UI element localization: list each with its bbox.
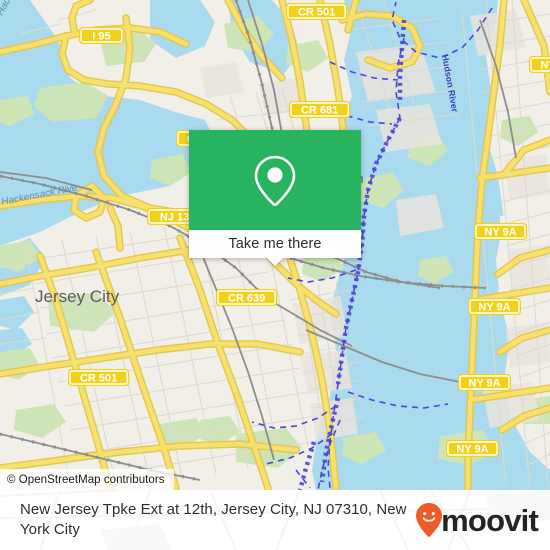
road-shield: CR 501 (286, 3, 348, 20)
callout-pointer (267, 258, 283, 266)
moovit-wordmark: moovit (441, 502, 539, 538)
road-shield: CR 681 (289, 101, 351, 118)
road-shield-label: NY 49 (540, 60, 550, 72)
road-shield: I 95 (79, 27, 124, 44)
road-shield: NY 9A (458, 374, 511, 391)
map-canvas[interactable]: Hudson River Hackensa Hackensack Rive Je… (0, 0, 550, 490)
location-callout-card[interactable]: Take me there (189, 130, 361, 266)
moovit-logo[interactable]: moovit (416, 502, 539, 538)
take-me-there-label: Take me there (228, 236, 322, 252)
take-me-there-button[interactable]: Take me there (189, 230, 361, 258)
road-shield-label: NY 9A (478, 302, 510, 314)
road-shield: NY 49 (529, 56, 550, 73)
road-shield-label: CR 501 (80, 373, 117, 385)
road-shield: NY 9A (446, 440, 499, 457)
road-shield-label: NY 9A (484, 227, 516, 239)
osm-attribution-text: © OpenStreetMap contributors (7, 473, 165, 486)
osm-attribution[interactable]: © OpenStreetMap contributors (0, 469, 174, 490)
road-shield-label: I 95 (92, 31, 110, 43)
road-shield-label: CR 681 (301, 105, 338, 117)
location-pin-icon (254, 155, 296, 206)
road-shield: NY 9A (474, 223, 527, 240)
road-shield: CR 639 (216, 289, 278, 306)
callout-icon-panel (189, 130, 361, 230)
road-shield-label: NY 9A (456, 444, 488, 456)
map-label-jersey-city: Jersey City (35, 287, 120, 306)
page-title: New Jersey Tpke Ext at 12th, Jersey City… (20, 501, 407, 538)
road-shield: NY 9A (468, 298, 521, 315)
road-shield-label: NY 9A (468, 378, 500, 390)
road-shield-label: CR 639 (228, 293, 265, 305)
moovit-pin-smiley-icon (416, 503, 443, 537)
footer-bar: New Jersey Tpke Ext at 12th, Jersey City… (0, 490, 550, 550)
road-shield-label: CR 501 (298, 7, 335, 19)
road-shield: CR 501 (68, 369, 130, 386)
